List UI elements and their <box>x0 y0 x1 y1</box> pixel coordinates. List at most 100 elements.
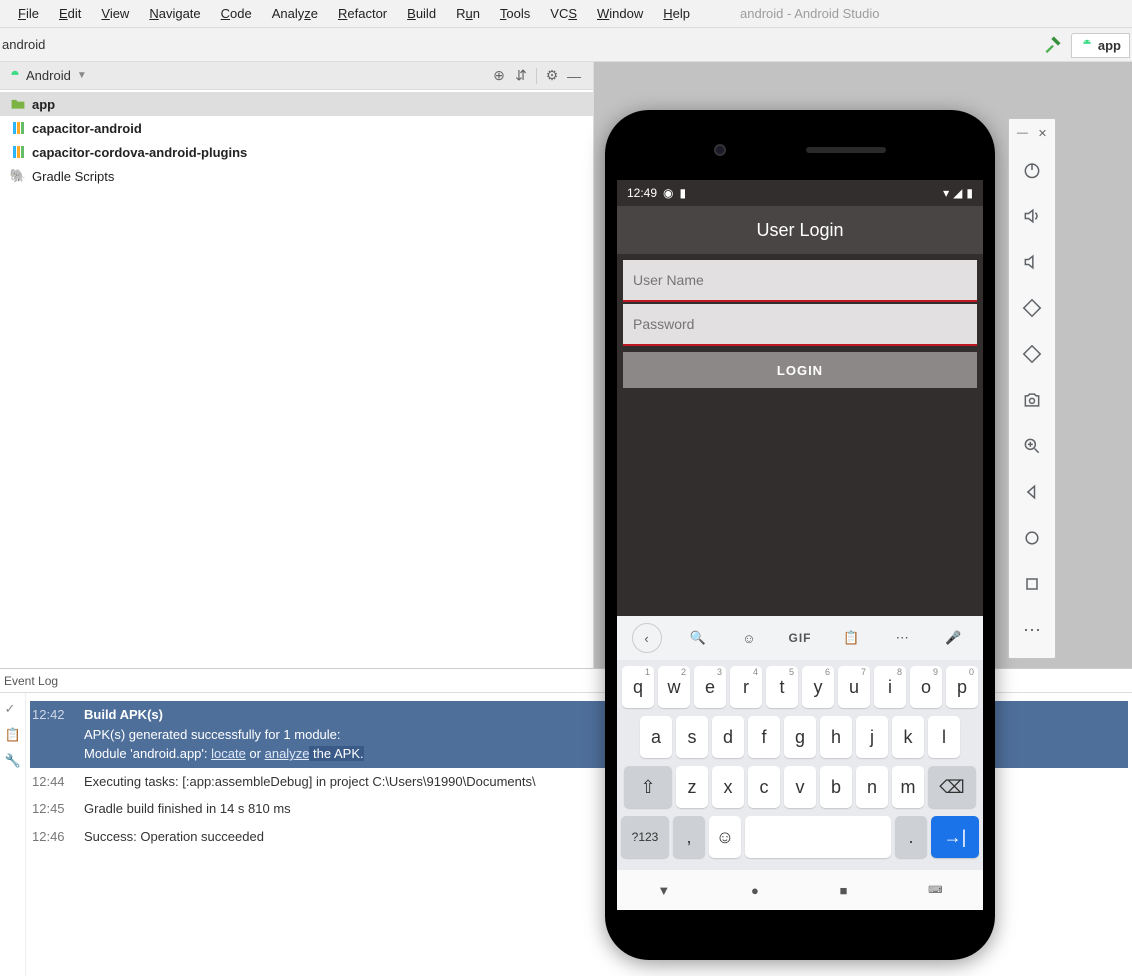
kb-search-icon[interactable]: 🔍 <box>683 623 713 653</box>
emulator-volume-down-icon[interactable] <box>1014 244 1050 280</box>
key-m[interactable]: m <box>892 766 924 808</box>
tree-item-label: capacitor-cordova-android-plugins <box>32 145 247 160</box>
kb-sticker-icon[interactable]: ☺ <box>734 623 764 653</box>
clipboard-icon[interactable]: 📋 <box>5 727 21 743</box>
menu-analyze[interactable]: Analyze <box>262 4 328 23</box>
menu-view[interactable]: View <box>91 4 139 23</box>
kb-gif-icon[interactable]: GIF <box>785 623 815 653</box>
key-space[interactable] <box>745 816 891 858</box>
emulator-volume-up-icon[interactable] <box>1014 198 1050 234</box>
key-n[interactable]: n <box>856 766 888 808</box>
emulator-zoom-icon[interactable] <box>1014 428 1050 464</box>
log-time: 12:46 <box>32 827 72 847</box>
key-x[interactable]: x <box>712 766 744 808</box>
key-k[interactable]: k <box>892 716 924 758</box>
tree-item[interactable]: capacitor-android <box>0 116 593 140</box>
emulator-close-icon[interactable]: ✕ <box>1038 127 1047 140</box>
emulator-home-icon[interactable] <box>1014 520 1050 556</box>
menu-edit[interactable]: Edit <box>49 4 91 23</box>
nav-back-icon[interactable]: ▼ <box>657 883 670 898</box>
key-backspace[interactable]: ⌫ <box>928 766 976 808</box>
tree-item[interactable]: app <box>0 92 593 116</box>
log-time: 12:45 <box>32 799 72 819</box>
project-tree[interactable]: app capacitor-android capacitor-cordova-an… <box>0 90 593 190</box>
emulator-overview-icon[interactable] <box>1014 566 1050 602</box>
key-c[interactable]: c <box>748 766 780 808</box>
key-f[interactable]: f <box>748 716 780 758</box>
emulator-more-icon[interactable]: ⋯ <box>1014 612 1050 648</box>
key-w[interactable]: w2 <box>658 666 690 708</box>
emulator-rotate-right-icon[interactable] <box>1014 336 1050 372</box>
key-enter[interactable]: →| <box>931 816 979 858</box>
key-e[interactable]: e3 <box>694 666 726 708</box>
build-icon[interactable] <box>1043 34 1063 57</box>
key-y[interactable]: y6 <box>802 666 834 708</box>
key-a[interactable]: a <box>640 716 672 758</box>
chevron-down-icon[interactable]: ▼ <box>77 70 87 81</box>
gradle-icon: 🐘 <box>10 168 26 184</box>
password-field[interactable] <box>623 304 977 346</box>
tree-item[interactable]: capacitor-cordova-android-plugins <box>0 140 593 164</box>
key-b[interactable]: b <box>820 766 852 808</box>
key-t[interactable]: t5 <box>766 666 798 708</box>
menu-code[interactable]: Code <box>211 4 262 23</box>
menu-vcs[interactable]: VCS <box>540 4 587 23</box>
menu-refactor[interactable]: Refactor <box>328 4 397 23</box>
key-comma[interactable]: , <box>673 816 705 858</box>
login-button[interactable]: LOGIN <box>623 352 977 388</box>
breadcrumb-item[interactable]: android <box>2 37 45 52</box>
key-r[interactable]: r4 <box>730 666 762 708</box>
hide-icon[interactable]: — <box>563 68 585 84</box>
check-icon[interactable]: ✓ <box>5 701 21 717</box>
key-u[interactable]: u7 <box>838 666 870 708</box>
key-g[interactable]: g <box>784 716 816 758</box>
wifi-icon: ▾ <box>943 186 949 200</box>
menu-window[interactable]: Window <box>587 4 653 23</box>
emulator-power-icon[interactable] <box>1014 152 1050 188</box>
emulator-back-icon[interactable] <box>1014 474 1050 510</box>
gear-icon[interactable]: ⚙ <box>541 67 563 84</box>
kb-back-icon[interactable]: ‹ <box>632 623 662 653</box>
key-shift[interactable]: ⇧ <box>624 766 672 808</box>
key-j[interactable]: j <box>856 716 888 758</box>
key-h[interactable]: h <box>820 716 852 758</box>
tree-item-label: capacitor-android <box>32 121 142 136</box>
wrench-icon[interactable]: 🔧 <box>5 753 21 769</box>
key-d[interactable]: d <box>712 716 744 758</box>
username-field[interactable] <box>623 260 977 302</box>
emulator-camera-icon[interactable] <box>1014 382 1050 418</box>
key-i[interactable]: i8 <box>874 666 906 708</box>
nav-recent-icon[interactable]: ■ <box>840 883 848 898</box>
key-p[interactable]: p0 <box>946 666 978 708</box>
key-emoji[interactable]: ☺ <box>709 816 741 858</box>
page-icon: ▮ <box>680 186 687 200</box>
tree-item[interactable]: 🐘 Gradle Scripts <box>0 164 593 188</box>
key-q[interactable]: q1 <box>622 666 654 708</box>
nav-keyboard-icon[interactable]: ⌨ <box>928 885 942 896</box>
key-period[interactable]: . <box>895 816 927 858</box>
menu-run[interactable]: Run <box>446 4 490 23</box>
key-v[interactable]: v <box>784 766 816 808</box>
key-s[interactable]: s <box>676 716 708 758</box>
kb-clipboard-icon[interactable]: 📋 <box>836 623 866 653</box>
kb-more-icon[interactable]: ⋯ <box>887 623 917 653</box>
menu-file[interactable]: File <box>8 4 49 23</box>
nav-home-icon[interactable]: ● <box>751 883 759 898</box>
menu-navigate[interactable]: Navigate <box>139 4 210 23</box>
android-nav-bar: ▼ ● ■ ⌨ <box>617 870 983 910</box>
collapse-icon[interactable]: ⇵ <box>510 67 532 84</box>
target-icon[interactable]: ⊕ <box>488 67 510 84</box>
kb-mic-icon[interactable]: 🎤 <box>938 623 968 653</box>
menu-build[interactable]: Build <box>397 4 446 23</box>
run-config-tab[interactable]: app <box>1071 33 1130 58</box>
key-z[interactable]: z <box>676 766 708 808</box>
emulator-minimize-icon[interactable]: — <box>1017 127 1028 140</box>
project-view-selector[interactable]: Android <box>26 68 71 83</box>
key-l[interactable]: l <box>928 716 960 758</box>
menu-help[interactable]: Help <box>653 4 700 23</box>
key-symbols[interactable]: ?123 <box>621 816 669 858</box>
menu-tools[interactable]: Tools <box>490 4 540 23</box>
emulator-rotate-left-icon[interactable] <box>1014 290 1050 326</box>
tree-item-label: Gradle Scripts <box>32 169 114 184</box>
key-o[interactable]: o9 <box>910 666 942 708</box>
